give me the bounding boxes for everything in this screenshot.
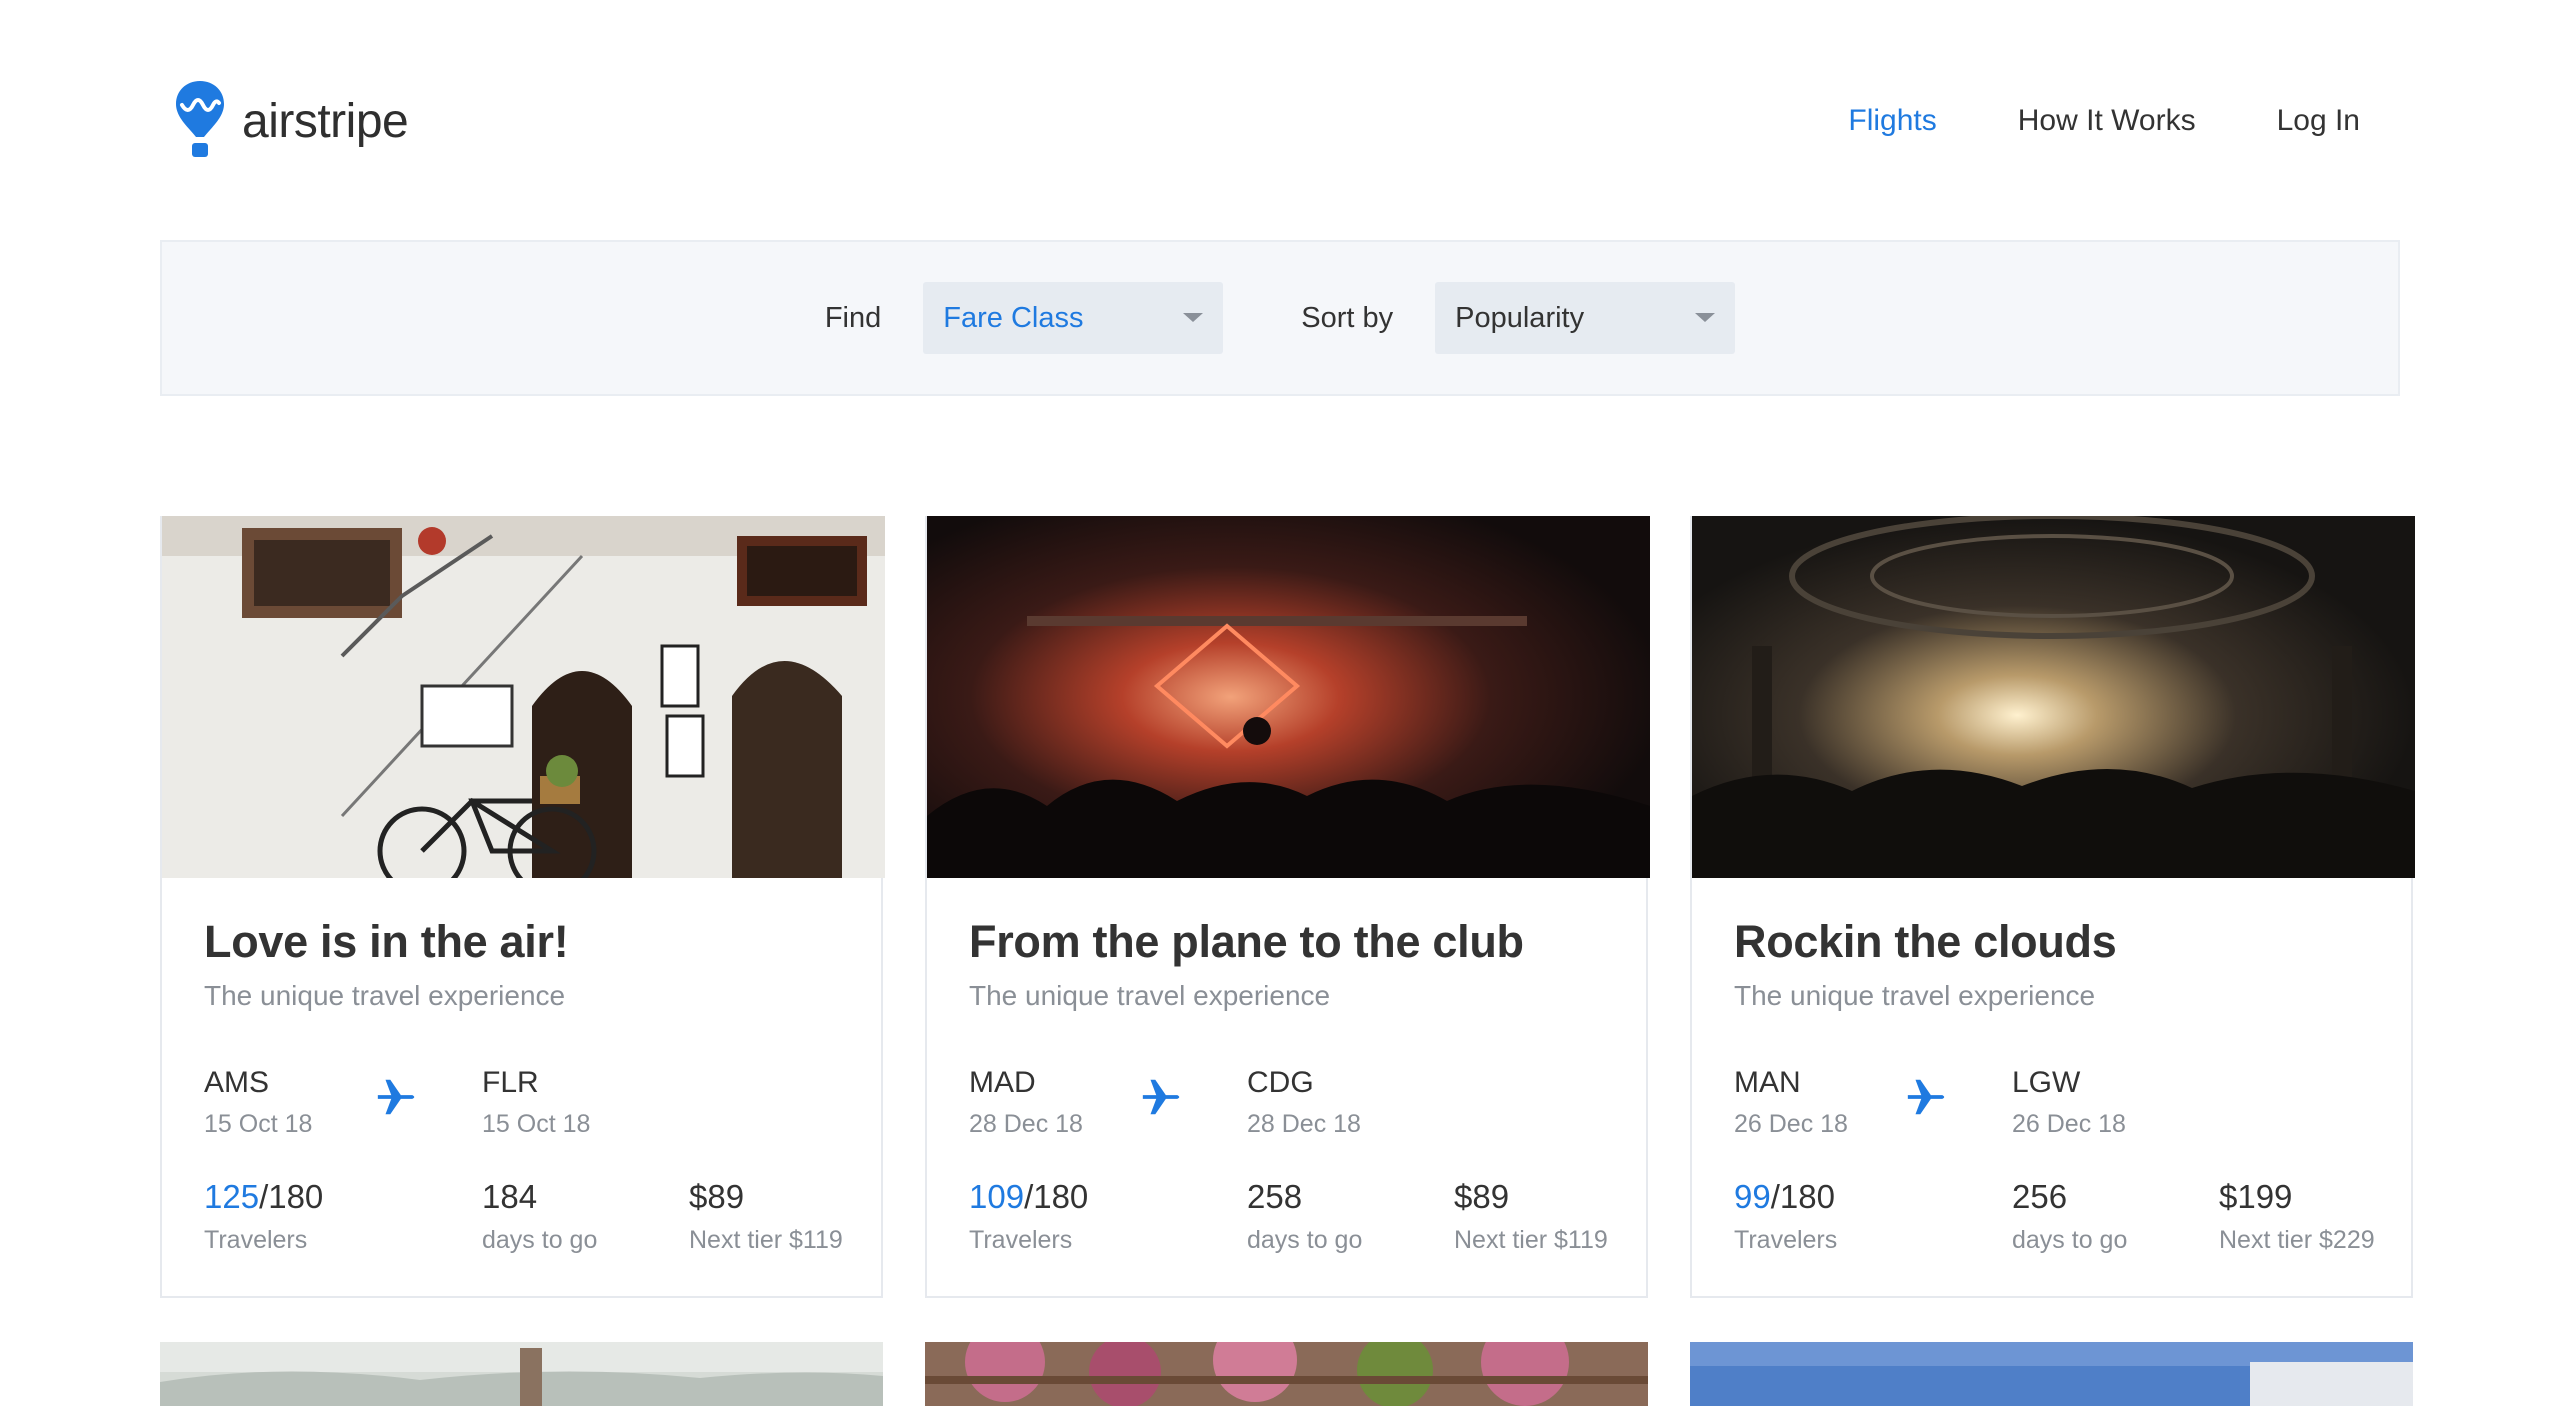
travelers-stat: 125/180 Travelers xyxy=(204,1178,323,1255)
card-subtitle: The unique travel experience xyxy=(969,980,1331,1011)
trip-card-image-peek[interactable] xyxy=(1690,1342,2413,1406)
price-value: $89 xyxy=(1454,1178,1510,1215)
days-value: 184 xyxy=(482,1178,538,1215)
days-value: 256 xyxy=(2012,1178,2068,1215)
trip-card-image-peek[interactable] xyxy=(160,1342,883,1406)
destination-code: CDG xyxy=(1247,1066,1314,1099)
origin-code: AMS xyxy=(204,1066,270,1099)
origin-date: 26 Dec 18 xyxy=(1734,1110,1848,1138)
card-title: From the plane to the club xyxy=(969,916,1524,967)
card-title: Rockin the clouds xyxy=(1734,916,2117,967)
card-title: Love is in the air! xyxy=(204,916,569,967)
find-label: Find xyxy=(824,301,882,334)
origin-airport: MAN 26 Dec 18 xyxy=(1734,1066,1848,1139)
travelers-current: 99 xyxy=(1734,1178,1771,1215)
filter-bar: Find Fare Class Sort by Popularity xyxy=(160,240,2400,396)
brand-logo[interactable]: airstripe xyxy=(174,78,409,164)
main-nav: Flights How It Works Log In xyxy=(1767,78,2360,164)
next-tier: Next tier $119 xyxy=(689,1226,843,1254)
trip-card[interactable]: From the plane to the club The unique tr… xyxy=(925,516,1650,1298)
origin-date: 15 Oct 18 xyxy=(204,1110,313,1138)
destination-date: 28 Dec 18 xyxy=(1247,1110,1361,1138)
travelers-total: /180 xyxy=(1770,1178,1835,1215)
origin-date: 28 Dec 18 xyxy=(969,1110,1083,1138)
airplane-icon xyxy=(377,1079,415,1115)
fare-class-value: Fare Class xyxy=(943,301,1084,334)
fare-class-select[interactable]: Fare Class xyxy=(923,282,1224,354)
destination-airport: FLR 15 Oct 18 xyxy=(482,1066,590,1139)
days-stat: 256 days to go xyxy=(2012,1178,2127,1255)
trip-stats: 125/180 Travelers 184 days to go $89 Nex… xyxy=(204,1178,854,1268)
sort-by-select[interactable]: Popularity xyxy=(1435,282,1736,354)
days-stat: 258 days to go xyxy=(1247,1178,1362,1255)
days-label: days to go xyxy=(2012,1226,2128,1254)
price-stat: $89 Next tier $119 xyxy=(1454,1178,1608,1255)
travelers-label: Travelers xyxy=(969,1226,1073,1254)
route: MAD 28 Dec 18 CDG 28 Dec 18 xyxy=(969,1066,1609,1146)
travelers-stat: 99/180 Travelers xyxy=(1734,1178,1837,1255)
origin-code: MAD xyxy=(969,1066,1036,1099)
days-stat: 184 days to go xyxy=(482,1178,597,1255)
price-value: $89 xyxy=(689,1178,745,1215)
destination-code: FLR xyxy=(482,1066,539,1099)
destination-date: 15 Oct 18 xyxy=(482,1110,591,1138)
destination-code: LGW xyxy=(2012,1066,2081,1099)
travelers-label: Travelers xyxy=(204,1226,308,1254)
airplane-icon xyxy=(1142,1079,1180,1115)
trip-card[interactable]: Love is in the air! The unique travel ex… xyxy=(160,516,885,1298)
concert-crowd-photo xyxy=(1692,516,2415,878)
club-dj-photo xyxy=(927,516,1650,878)
days-label: days to go xyxy=(482,1226,598,1254)
travelers-total: /180 xyxy=(1024,1178,1089,1215)
price-stat: $89 Next tier $119 xyxy=(689,1178,843,1255)
site-header: airstripe Flights How It Works Log In xyxy=(160,78,2400,164)
travelers-stat: 109/180 Travelers xyxy=(969,1178,1088,1255)
sort-by-label: Sort by xyxy=(1301,301,1394,334)
days-value: 258 xyxy=(1247,1178,1303,1215)
travelers-total: /180 xyxy=(259,1178,324,1215)
chevron-down-icon xyxy=(1695,313,1716,322)
days-label: days to go xyxy=(1247,1226,1363,1254)
travelers-current: 125 xyxy=(204,1178,260,1215)
trip-card[interactable]: Rockin the clouds The unique travel expe… xyxy=(1690,516,2415,1298)
price-value: $199 xyxy=(2219,1178,2293,1215)
nav-how-it-works[interactable]: How It Works xyxy=(2018,104,2196,138)
destination-date: 26 Dec 18 xyxy=(2012,1110,2126,1138)
nav-flights[interactable]: Flights xyxy=(1848,104,1936,138)
trip-stats: 109/180 Travelers 258 days to go $89 Nex… xyxy=(969,1178,1619,1268)
price-stat: $199 Next tier $229 xyxy=(2219,1178,2375,1255)
street-bicycle-photo xyxy=(162,516,885,878)
travelers-current: 109 xyxy=(969,1178,1025,1215)
airplane-icon xyxy=(1907,1079,1945,1115)
card-subtitle: The unique travel experience xyxy=(1734,980,2096,1011)
brand-name: airstripe xyxy=(242,94,409,148)
next-tier: Next tier $119 xyxy=(1454,1226,1608,1254)
sort-by-value: Popularity xyxy=(1455,301,1585,334)
destination-airport: CDG 28 Dec 18 xyxy=(1247,1066,1361,1139)
origin-airport: AMS 15 Oct 18 xyxy=(204,1066,312,1139)
travelers-label: Travelers xyxy=(1734,1226,1838,1254)
card-subtitle: The unique travel experience xyxy=(204,980,566,1011)
chevron-down-icon xyxy=(1183,313,1204,322)
next-tier: Next tier $229 xyxy=(2219,1226,2375,1254)
origin-airport: MAD 28 Dec 18 xyxy=(969,1066,1083,1139)
destination-airport: LGW 26 Dec 18 xyxy=(2012,1066,2126,1139)
origin-code: MAN xyxy=(1734,1066,1801,1099)
route: AMS 15 Oct 18 FLR 15 Oct 18 xyxy=(204,1066,844,1146)
nav-log-in[interactable]: Log In xyxy=(2277,104,2360,138)
balloon-logo-icon xyxy=(176,81,224,157)
route: MAN 26 Dec 18 LGW 26 Dec 18 xyxy=(1734,1066,2374,1146)
trip-card-image-peek[interactable] xyxy=(925,1342,1648,1406)
trip-stats: 99/180 Travelers 256 days to go $199 Nex… xyxy=(1734,1178,2384,1268)
